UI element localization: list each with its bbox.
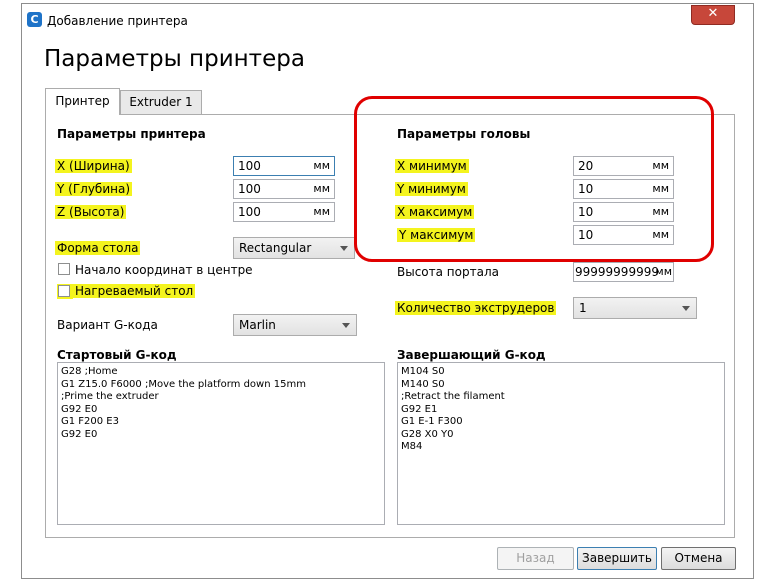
extruder-count-label: Количество экструдеров bbox=[395, 301, 557, 315]
gcode-flavor-value: Marlin bbox=[239, 318, 276, 332]
chevron-down-icon bbox=[340, 246, 348, 251]
window-title: Добавление принтера bbox=[47, 14, 188, 28]
app-logo-icon: C bbox=[27, 12, 42, 27]
origin-center-label: Начало координат в центре bbox=[75, 263, 253, 277]
height-value: 100 bbox=[238, 205, 261, 219]
back-button[interactable]: Назад bbox=[497, 547, 574, 570]
printer-section-title: Параметры принтера bbox=[57, 127, 206, 141]
width-value: 100 bbox=[238, 159, 261, 173]
finish-button[interactable]: Завершить bbox=[577, 547, 657, 570]
height-label: Z (Высота) bbox=[55, 205, 127, 219]
start-gcode-textarea[interactable]: G28 ;Home G1 Z15.0 F6000 ;Move the platf… bbox=[57, 362, 385, 525]
gantry-height-label: Высота портала bbox=[397, 265, 499, 279]
chevron-down-icon bbox=[682, 306, 690, 311]
height-input[interactable]: 100 мм bbox=[233, 202, 335, 222]
depth-label: Y (Глубина) bbox=[55, 182, 132, 196]
bed-shape-label: Форма стола bbox=[55, 241, 141, 255]
start-gcode-title: Стартовый G-код bbox=[57, 348, 177, 362]
depth-input[interactable]: 100 мм bbox=[233, 179, 335, 199]
gantry-height-value: 99999999999 bbox=[575, 265, 659, 279]
tab-extruder-1[interactable]: Extruder 1 bbox=[120, 90, 202, 114]
title-bar: C Добавление принтера ✕ bbox=[22, 4, 753, 37]
annotation-highlight-box bbox=[354, 96, 714, 262]
gcode-flavor-label: Вариант G-кода bbox=[57, 318, 158, 332]
heated-bed-checkbox[interactable] bbox=[58, 285, 70, 297]
end-gcode-textarea[interactable]: M104 S0 M140 S0 ;Retract the filament G9… bbox=[397, 362, 725, 525]
bed-shape-value: Rectangular bbox=[239, 241, 312, 255]
width-input[interactable]: 100 мм bbox=[233, 156, 335, 176]
gantry-height-input[interactable]: 99999999999 мм bbox=[573, 262, 674, 282]
depth-value: 100 bbox=[238, 182, 261, 196]
origin-center-checkbox[interactable] bbox=[58, 263, 70, 275]
tab-printer[interactable]: Принтер bbox=[45, 88, 120, 115]
cancel-button[interactable]: Отмена bbox=[661, 547, 736, 570]
depth-unit: мм bbox=[313, 182, 330, 195]
gantry-height-unit: мм bbox=[655, 265, 672, 278]
page-title: Параметры принтера bbox=[44, 46, 305, 72]
heated-bed-label: Нагреваемый стол bbox=[73, 284, 196, 298]
end-gcode-title: Завершающий G-код bbox=[397, 348, 546, 362]
extruder-count-select[interactable]: 1 bbox=[573, 297, 697, 319]
width-unit: мм bbox=[313, 159, 330, 172]
height-unit: мм bbox=[313, 205, 330, 218]
bed-shape-select[interactable]: Rectangular bbox=[233, 237, 355, 259]
extruder-count-value: 1 bbox=[579, 301, 587, 315]
close-button[interactable]: ✕ bbox=[691, 5, 735, 25]
gcode-flavor-select[interactable]: Marlin bbox=[233, 314, 357, 336]
chevron-down-icon bbox=[342, 323, 350, 328]
width-label: X (Ширина) bbox=[55, 159, 132, 173]
